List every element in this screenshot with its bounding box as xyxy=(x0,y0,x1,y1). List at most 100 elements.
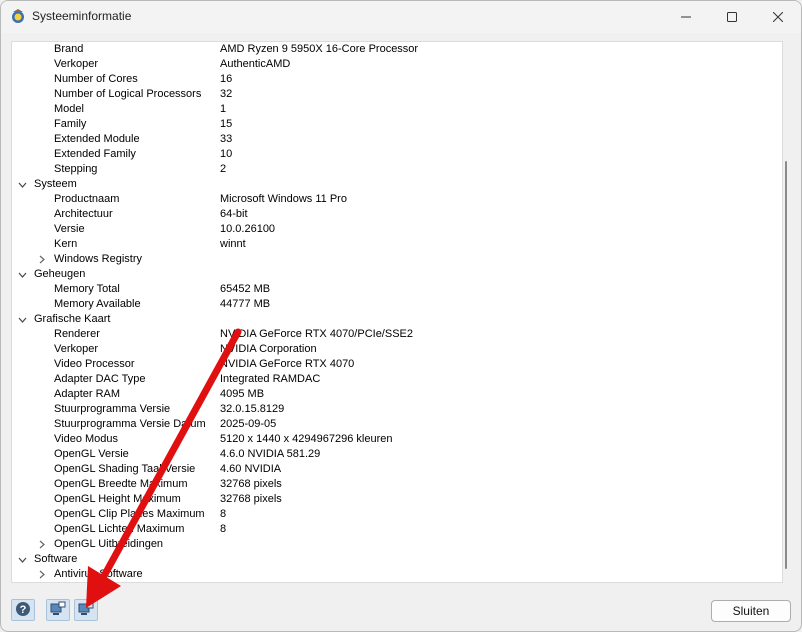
chevron-down-icon[interactable] xyxy=(16,552,28,567)
property-key: OpenGL Uitbreidingen xyxy=(54,538,164,550)
chevron-right-icon[interactable] xyxy=(36,252,48,267)
chevron-right-icon[interactable] xyxy=(36,537,48,552)
property-value: 32768 pixels xyxy=(220,478,282,490)
property-value: NVIDIA Corporation xyxy=(220,343,317,355)
chevron-down-icon[interactable] xyxy=(16,312,28,327)
property-key: Number of Logical Processors xyxy=(54,88,202,100)
property-value: AuthenticAMD xyxy=(220,58,291,70)
property-key: Extended Module xyxy=(54,133,140,145)
tree-property-row: Number of Cores 16 xyxy=(12,72,772,87)
property-key: Software xyxy=(34,553,78,565)
property-value: 44777 MB xyxy=(220,298,271,310)
sysinfo-app-icon xyxy=(10,8,26,24)
tree-property-row: Memory Available 44777 MB xyxy=(12,297,772,312)
copy-info-button[interactable] xyxy=(46,599,70,621)
property-key: OpenGL Clip Planes Maximum xyxy=(54,508,205,520)
tree-property-row: Extended Module 33 xyxy=(12,132,772,147)
tree-property-row: Verkoper NVIDIA Corporation xyxy=(12,342,772,357)
property-value: 16 xyxy=(220,73,233,85)
property-key: Geheugen xyxy=(34,268,86,280)
property-key: Number of Cores xyxy=(54,73,138,85)
chevron-down-icon[interactable] xyxy=(16,177,28,192)
close-window-button[interactable] xyxy=(755,1,801,33)
property-value: 64-bit xyxy=(220,208,248,220)
property-value: NVIDIA GeForce RTX 4070 xyxy=(220,358,355,370)
tree-property-row: Video Modus 5120 x 1440 x 4294967296 kleu… xyxy=(12,432,772,447)
minimize-button[interactable] xyxy=(663,1,709,33)
property-value: AMD Ryzen 9 5950X 16-Core Processor xyxy=(220,43,419,55)
svg-text:?: ? xyxy=(20,604,27,616)
property-value: winnt xyxy=(220,238,246,250)
tree-property-row: Adapter DAC Type Integrated RAMDAC xyxy=(12,372,772,387)
tree-property-row: Family 15 xyxy=(12,117,772,132)
property-value: 65452 MB xyxy=(220,283,271,295)
tree-property-row: Memory Total 65452 MB xyxy=(12,282,772,297)
tree-property-row: Video Processor NVIDIA GeForce RTX 4070 xyxy=(12,357,772,372)
tree-category-row[interactable]: Software xyxy=(12,552,772,567)
property-key: Memory Total xyxy=(54,283,120,295)
bottom-bar: ? Sluiten xyxy=(1,591,801,631)
tree-property-row: Adapter RAM 4095 MB xyxy=(12,387,772,402)
tree-property-row[interactable]: Antivirus Software xyxy=(12,567,772,582)
tree-property-row: OpenGL Height Maximum 32768 pixels xyxy=(12,492,772,507)
tree-property-row: Kern winnt xyxy=(12,237,772,252)
property-value: 32768 pixels xyxy=(220,493,282,505)
property-key: Versie xyxy=(54,223,85,235)
tree-category-row[interactable]: Systeem xyxy=(12,177,772,192)
tree-property-row: OpenGL Breedte Maximum 32768 pixels xyxy=(12,477,772,492)
tree-property-row: Verkoper AuthenticAMD xyxy=(12,57,772,72)
property-value: 10 xyxy=(220,148,233,160)
property-value: 2 xyxy=(220,163,227,175)
property-key: Video Modus xyxy=(54,433,119,445)
tree-property-row[interactable]: Windows Registry xyxy=(12,252,772,267)
property-key: OpenGL Breedte Maximum xyxy=(54,478,188,490)
tree-category-row[interactable]: Grafische Kaart xyxy=(12,312,772,327)
property-key: Family xyxy=(54,118,87,130)
property-value: NVIDIA GeForce RTX 4070/PCIe/SSE2 xyxy=(220,328,413,340)
tree-property-row: Stuurprogramma Versie Datum 2025-09-05 xyxy=(12,417,772,432)
property-key: Systeem xyxy=(34,178,77,190)
tree-property-row: Brand AMD Ryzen 9 5950X 16-Core Processor xyxy=(12,42,772,57)
property-value: 5120 x 1440 x 4294967296 kleuren xyxy=(220,433,393,445)
property-key: Stepping xyxy=(54,163,98,175)
tree-category-row[interactable]: Geheugen xyxy=(12,267,772,282)
tree-property-row[interactable]: OpenGL Uitbreidingen xyxy=(12,537,772,552)
property-key: Productnaam xyxy=(54,193,120,205)
close-button[interactable]: Sluiten xyxy=(711,600,791,622)
chevron-down-icon[interactable] xyxy=(16,267,28,282)
tree-property-row: Number of Logical Processors 32 xyxy=(12,87,772,102)
scrollbar-thumb[interactable] xyxy=(785,161,787,569)
system-info-tree[interactable]: Brand AMD Ryzen 9 5950X 16-Core Processor… xyxy=(11,41,783,583)
maximize-button[interactable] xyxy=(709,1,755,33)
property-value: 33 xyxy=(220,133,233,145)
close-icon xyxy=(773,12,783,22)
property-key: Antivirus Software xyxy=(54,568,143,580)
property-value: Integrated RAMDAC xyxy=(220,373,321,385)
tree-property-row: Stuurprogramma Versie 32.0.15.8129 xyxy=(12,402,772,417)
chevron-right-icon[interactable] xyxy=(36,567,48,582)
property-key: Stuurprogramma Versie Datum xyxy=(54,418,206,430)
property-value: 4095 MB xyxy=(220,388,265,400)
property-key: OpenGL Height Maximum xyxy=(54,493,181,505)
property-value: 32.0.15.8129 xyxy=(220,403,285,415)
property-key: Verkoper xyxy=(54,343,99,355)
tree-property-row: Versie 10.0.26100 xyxy=(12,222,772,237)
tree-property-row: Productnaam Microsoft Windows 11 Pro xyxy=(12,192,772,207)
save-info-button[interactable] xyxy=(74,599,98,621)
property-value: 4.60 NVIDIA xyxy=(220,463,282,475)
tree-property-row: Model 1 xyxy=(12,102,772,117)
property-value: 32 xyxy=(220,88,233,100)
property-key: Video Processor xyxy=(54,358,135,370)
property-key: Grafische Kaart xyxy=(34,313,111,325)
property-key: OpenGL Shading Taal Versie xyxy=(54,463,196,475)
property-key: Renderer xyxy=(54,328,100,340)
property-key: Architectuur xyxy=(54,208,113,220)
system-info-window: Systeeminformatie Brand AMD Ryzen 9 5950X… xyxy=(0,0,802,632)
property-key: Model xyxy=(54,103,84,115)
computer-copy-icon xyxy=(50,601,66,620)
title-bar: Systeeminformatie xyxy=(1,1,801,33)
tree-property-row: Architectuur 64-bit xyxy=(12,207,772,222)
tree-property-row: Extended Family 10 xyxy=(12,147,772,162)
help-button[interactable]: ? xyxy=(11,599,35,621)
property-value: 8 xyxy=(220,508,227,520)
